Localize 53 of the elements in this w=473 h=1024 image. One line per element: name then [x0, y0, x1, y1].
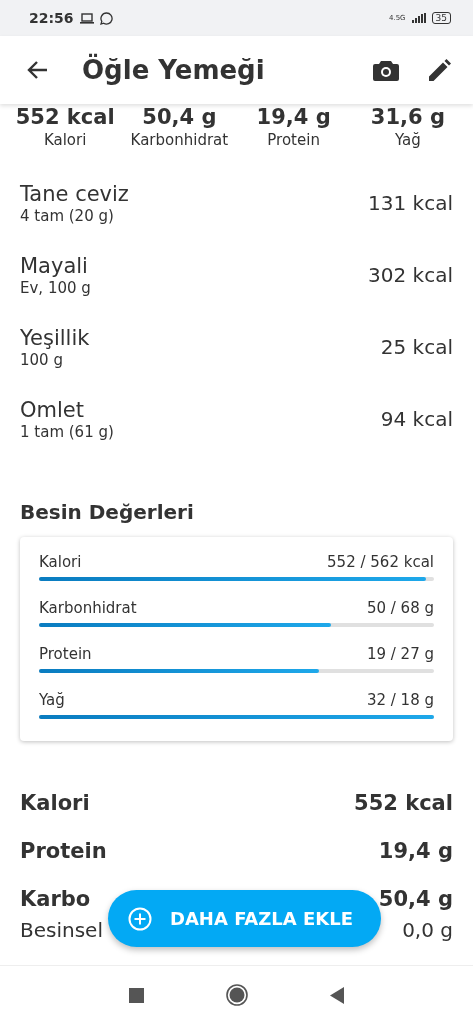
food-calories: 131 kcal — [368, 191, 453, 215]
camera-icon — [373, 59, 399, 81]
summary-label: Karbonhidrat — [130, 130, 229, 150]
food-calories: 25 kcal — [380, 335, 453, 359]
nutrient-reading: 50 / 68 g — [366, 598, 434, 619]
total-value: 0,0 g — [402, 918, 453, 942]
summary-label: Yağ — [394, 130, 421, 150]
status-time: 22:56 — [29, 10, 74, 26]
summary-value: 50,4 g — [142, 104, 217, 130]
plus-circle-icon — [128, 906, 152, 931]
page-title: Öğle Yemeği — [82, 55, 266, 85]
total-label: Kalori — [20, 791, 90, 815]
summary-value: 19,4 g — [256, 104, 331, 130]
total-value: 552 kcal — [354, 791, 453, 815]
nutrient-reading: 32 / 18 g — [366, 690, 434, 711]
home-icon[interactable] — [226, 984, 248, 1006]
recents-icon[interactable] — [129, 987, 144, 1003]
food-row[interactable]: Yeşillik 100 g 25 kcal — [0, 311, 473, 383]
battery-level: 35 — [431, 12, 451, 24]
nutrient-label: Protein — [39, 644, 92, 665]
food-row[interactable]: Omlet 1 tam (61 g) 94 kcal — [0, 383, 473, 455]
total-label: Protein — [20, 839, 107, 863]
food-portion: 100 g — [20, 351, 64, 369]
nutrient-reading: 19 / 27 g — [366, 644, 434, 665]
summary-value: 552 kcal — [15, 104, 115, 130]
chat-bubble-icon — [99, 11, 113, 25]
section-title: Besin Değerleri — [20, 499, 195, 525]
food-calories: 94 kcal — [380, 407, 453, 431]
food-name: Yeşillik — [20, 325, 91, 351]
pencil-icon — [429, 59, 451, 81]
summary-value: 31,6 g — [370, 104, 445, 130]
food-portion: Ev, 100 g — [20, 279, 92, 297]
laptop-icon — [79, 12, 94, 24]
total-value: 19,4 g — [378, 839, 453, 863]
nutrient-reading: 552 / 562 kcal — [327, 552, 434, 573]
food-name: Tane ceviz — [20, 181, 130, 207]
food-portion: 1 tam (61 g) — [20, 423, 115, 441]
food-row[interactable]: Tane ceviz 4 tam (20 g) 131 kcal — [0, 167, 473, 239]
food-name: Omlet — [20, 397, 85, 423]
food-name: Mayali — [20, 253, 89, 279]
nutrient-label: Yağ — [39, 690, 65, 711]
summary-label: Kalori — [43, 130, 87, 150]
back-arrow-icon — [26, 60, 48, 80]
food-row[interactable]: Mayali Ev, 100 g 302 kcal — [0, 239, 473, 311]
total-label: Besinsel — [20, 918, 103, 942]
food-portion: 4 tam (20 g) — [20, 207, 115, 225]
summary-label: Protein — [267, 130, 320, 150]
nutrient-label: Karbonhidrat — [39, 598, 137, 619]
nutrient-label: Kalori — [39, 552, 82, 573]
back-icon[interactable] — [330, 986, 344, 1004]
total-label: Karbo — [20, 887, 91, 911]
food-calories: 302 kcal — [368, 263, 453, 287]
signal-icon — [411, 13, 426, 23]
